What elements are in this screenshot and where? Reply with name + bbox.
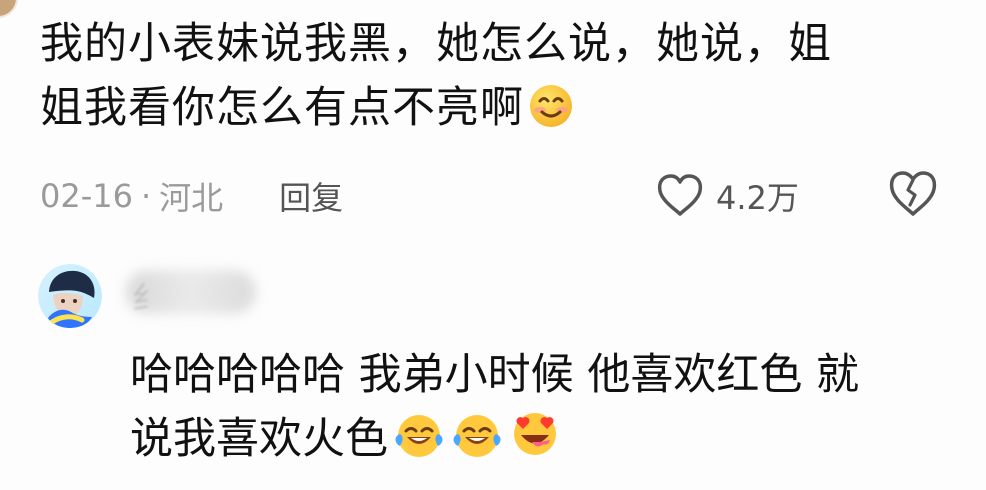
comment-text: 我的小表妹说我黑，她怎么说，她说，姐 姐我看你怎么有点不亮啊 — [40, 12, 940, 147]
comment-meta: 02-16 · 河北 回复 — [40, 168, 343, 224]
visible-username-fragment: 纟 — [132, 279, 165, 317]
comment-line-2-text: 姐我看你怎么有点不亮啊 — [40, 83, 524, 133]
crying-laughing-face-icon — [392, 412, 446, 478]
partial-avatar-fragment — [0, 0, 18, 18]
crying-laughing-face-icon — [450, 412, 504, 478]
star-struck-face-icon — [508, 408, 562, 478]
comment-line-2: 姐我看你怎么有点不亮啊 — [40, 76, 940, 147]
reply-user-avatar[interactable] — [38, 264, 102, 328]
like-button[interactable]: 4.2万 — [656, 168, 799, 224]
reply-text: 哈哈哈哈哈 我弟小时候 他喜欢红色 就 说我喜欢火色 — [130, 343, 970, 478]
heart-icon — [657, 174, 703, 216]
reply-line-2: 说我喜欢火色 — [130, 407, 970, 478]
comment-screenshot: 我的小表妹说我黑，她怎么说，她说，姐 姐我看你怎么有点不亮啊 02-16 · 河… — [0, 0, 986, 490]
smiling-face-icon — [528, 83, 574, 147]
comment-line-1: 我的小表妹说我黑，她怎么说，她说，姐 — [40, 19, 832, 69]
reply-line-1: 哈哈哈哈哈 我弟小时候 他喜欢红色 就 — [130, 350, 860, 400]
dislike-button[interactable] — [888, 170, 938, 222]
comment-date: 02-16 — [40, 177, 133, 215]
like-count: 4.2万 — [716, 179, 799, 217]
comment-location: 河北 — [159, 179, 224, 217]
broken-heart-icon — [889, 171, 937, 216]
reply-button[interactable]: 回复 — [279, 173, 343, 219]
meta-separator: · — [140, 177, 152, 215]
reply-line-2-text: 说我喜欢火色 — [130, 414, 388, 464]
